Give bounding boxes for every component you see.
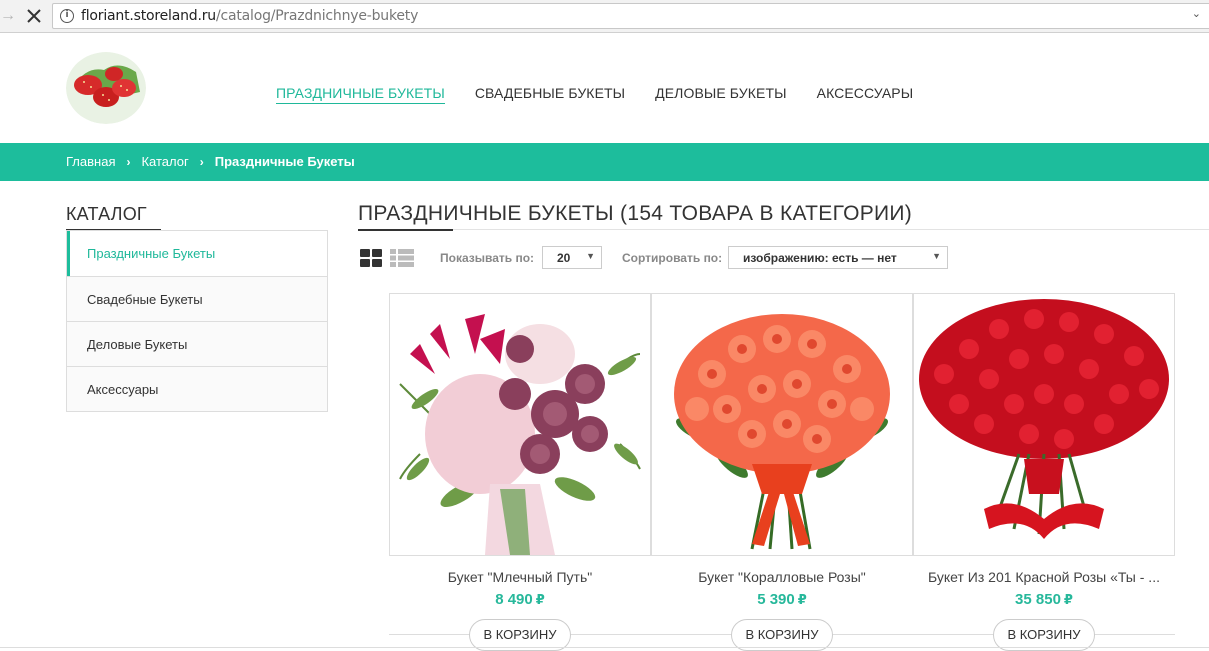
title-divider <box>358 229 1209 230</box>
nav-item-accessories[interactable]: АКСЕССУАРЫ <box>817 85 914 104</box>
list-view-icon[interactable] <box>390 249 414 267</box>
url-host: floriant.storeland.ru <box>81 8 216 24</box>
breadcrumb-home[interactable]: Главная <box>66 154 115 169</box>
browser-toolbar: → i floriant.storeland.ru/catalog/Prazdn… <box>0 0 1209 33</box>
breadcrumb: Главная › Каталог › Праздничные Букеты <box>66 154 355 169</box>
sidebar-item-accessories[interactable]: Аксессуары <box>67 366 327 411</box>
url-dropdown-icon[interactable]: ⌄ <box>1192 7 1201 20</box>
product-image[interactable] <box>913 293 1175 556</box>
page-bottom-border <box>0 647 1209 648</box>
nav-item-business-bouquets[interactable]: ДЕЛОВЫЕ БУКЕТЫ <box>655 85 786 104</box>
product-image[interactable] <box>651 293 913 556</box>
breadcrumb-current: Праздничные Букеты <box>214 154 355 169</box>
product-card: Букет "Млечный Путь" 8 490 ₽ <box>389 293 651 608</box>
stop-loading-icon[interactable] <box>25 7 43 25</box>
breadcrumb-bar: Главная › Каталог › Праздничные Букеты <box>0 143 1209 181</box>
grid-view-icon[interactable] <box>360 249 382 267</box>
dropdown-arrow-icon: ▼ <box>932 251 941 261</box>
ruble-icon: ₽ <box>535 592 545 607</box>
site-logo[interactable] <box>66 52 146 124</box>
price-value: 35 850 <box>1015 591 1061 608</box>
address-bar[interactable]: i floriant.storeland.ru/catalog/Prazdnic… <box>52 3 1209 29</box>
site-info-icon[interactable]: i <box>60 9 74 23</box>
product-name[interactable]: Букет "Млечный Путь" <box>389 569 651 585</box>
nav-item-holiday-bouquets[interactable]: ПРАЗДНИЧНЫЕ БУКЕТЫ <box>276 85 445 104</box>
price-value: 5 390 <box>757 591 795 608</box>
sidebar-menu: Праздничные Букеты Свадебные Букеты Дело… <box>66 230 328 412</box>
product-price: 5 390 ₽ <box>651 591 913 608</box>
main-nav: ПРАЗДНИЧНЫЕ БУКЕТЫ СВАДЕБНЫЕ БУКЕТЫ ДЕЛО… <box>276 85 943 104</box>
price-value: 8 490 <box>495 591 533 608</box>
sort-label: Сортировать по: <box>622 251 723 265</box>
sort-value: изображению: есть — нет <box>743 251 897 265</box>
nav-item-wedding-bouquets[interactable]: СВАДЕБНЫЕ БУКЕТЫ <box>475 85 625 104</box>
forward-arrow-icon[interactable]: → <box>0 7 16 25</box>
per-page-select[interactable]: 20 ▼ <box>542 246 602 269</box>
sort-select[interactable]: изображению: есть — нет ▼ <box>728 246 948 269</box>
breadcrumb-catalog[interactable]: Каталог <box>141 154 188 169</box>
show-per-page-label: Показывать по: <box>440 251 535 265</box>
dropdown-arrow-icon: ▼ <box>586 251 595 261</box>
title-underline <box>358 229 453 231</box>
ruble-icon: ₽ <box>797 592 807 607</box>
chevron-right-icon: › <box>199 154 204 169</box>
product-name[interactable]: Букет Из 201 Красной Розы «Ты - ... <box>913 569 1175 585</box>
product-price: 8 490 ₽ <box>389 591 651 608</box>
sidebar-title: КАТАЛОГ <box>66 204 147 224</box>
url-text: floriant.storeland.ru/catalog/Prazdnichn… <box>81 8 418 24</box>
ruble-icon: ₽ <box>1063 592 1073 607</box>
page-title: ПРАЗДНИЧНЫЕ БУКЕТЫ (154 ТОВАРА В КАТЕГОР… <box>358 202 913 225</box>
product-image[interactable] <box>389 293 651 556</box>
sidebar-item-holiday-bouquets[interactable]: Праздничные Букеты <box>67 231 327 276</box>
product-price: 35 850 ₽ <box>913 591 1175 608</box>
sidebar-item-business-bouquets[interactable]: Деловые Букеты <box>67 321 327 366</box>
chevron-right-icon: › <box>126 154 131 169</box>
product-name[interactable]: Букет "Коралловые Розы" <box>651 569 913 585</box>
per-page-value: 20 <box>557 251 571 265</box>
product-card: Букет "Коралловые Розы" 5 390 ₽ <box>651 293 913 608</box>
sidebar-item-wedding-bouquets[interactable]: Свадебные Букеты <box>67 276 327 321</box>
product-card: Букет Из 201 Красной Розы «Ты - ... 35 8… <box>913 293 1175 608</box>
url-path: /catalog/Prazdnichnye-bukety <box>215 8 419 24</box>
